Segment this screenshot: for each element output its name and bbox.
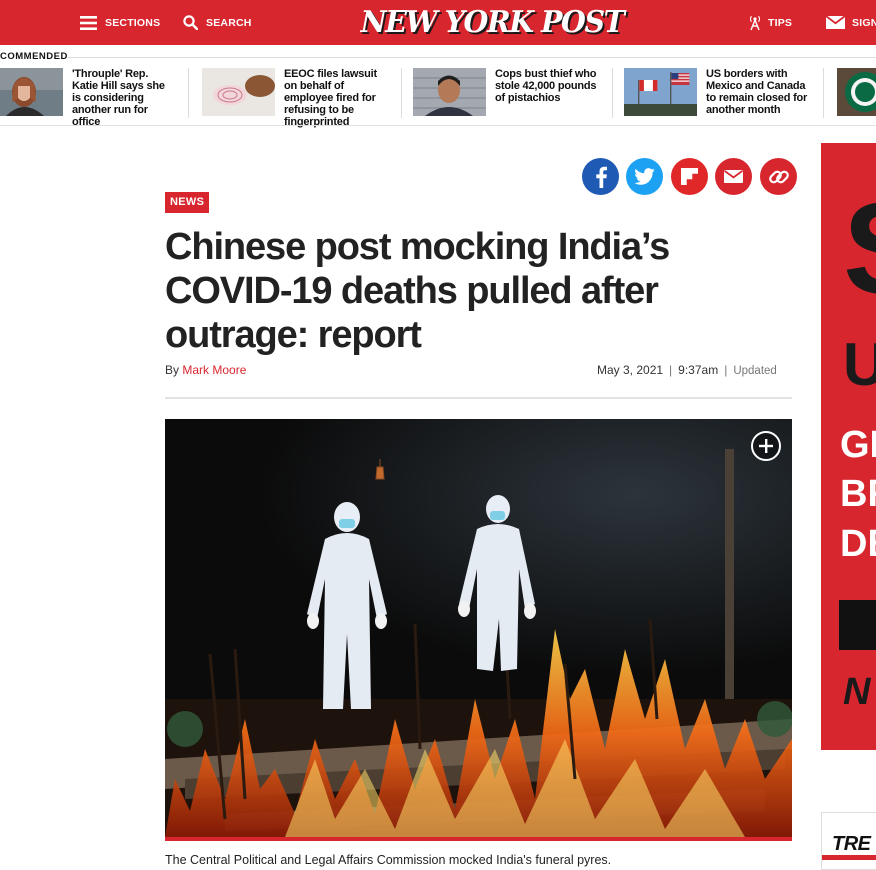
divider (401, 68, 402, 118)
site-logo[interactable]: NEW YORK POST (360, 2, 625, 42)
plus-icon (759, 439, 773, 453)
recommended-title: Cops bust thief who stole 42,000 pounds … (495, 68, 597, 104)
facebook-share-button[interactable] (582, 158, 619, 195)
recommended-title: EEOC files lawsuit on behalf of employee… (284, 68, 377, 128)
separator: | (669, 363, 673, 377)
divider (0, 125, 876, 126)
publish-date: May 3, 2021 (597, 363, 664, 377)
article-headline: Chinese post mocking India’s COVID-19 de… (165, 226, 670, 356)
trending-bar (822, 855, 876, 860)
image-accent-bar (165, 837, 792, 841)
search-icon (183, 15, 198, 30)
recommended-thumbnail (624, 68, 697, 116)
divider (68, 57, 876, 58)
recommended-thumbnail (0, 68, 63, 116)
separator: | (724, 363, 728, 377)
advertisement[interactable]: S U GE BR DE N (821, 143, 876, 750)
divider (188, 68, 189, 118)
sections-menu-button[interactable]: SECTIONS (80, 0, 160, 45)
recommended-thumbnail (202, 68, 275, 116)
flipboard-icon (681, 168, 698, 185)
sign-in-button[interactable]: SIGN (826, 0, 876, 45)
publish-time: 9:37am (678, 363, 719, 377)
byline-prefix: By (165, 363, 180, 377)
byline: By Mark Moore (165, 363, 246, 377)
envelope-icon (826, 16, 845, 29)
sections-label: SECTIONS (105, 16, 161, 29)
recommended-thumbnail (837, 68, 876, 116)
recommended-label: COMMENDED (0, 51, 68, 62)
trending-widget[interactable]: TRE (821, 812, 876, 870)
recommended-item[interactable]: EEOC files lawsuit on behalf of employee… (202, 68, 392, 128)
recommended-title: US borders with Mexico and Canada to rem… (706, 68, 808, 116)
ad-text: BR (840, 473, 876, 515)
category-tag[interactable]: NEWS (165, 192, 210, 213)
sign-label: SIGN (852, 16, 876, 29)
logo-text: NEW YORK POST (360, 4, 625, 40)
tips-button[interactable]: TIPS (748, 0, 792, 45)
search-label: SEARCH (206, 16, 252, 29)
twitter-share-button[interactable] (626, 158, 663, 195)
recommended-title: 'Throuple' Rep. Katie Hill says she is c… (72, 68, 165, 128)
broadcast-tower-icon (749, 15, 761, 30)
ad-text: DE (840, 523, 876, 565)
hamburger-icon (80, 15, 97, 30)
flipboard-share-button[interactable] (671, 158, 708, 195)
divider (165, 397, 792, 399)
link-icon (768, 170, 789, 183)
divider (823, 68, 824, 118)
expand-image-button[interactable] (751, 431, 781, 461)
facebook-icon (595, 166, 607, 188)
article-hero-image[interactable] (165, 419, 792, 837)
search-button[interactable]: SEARCH (183, 0, 252, 45)
recommended-item[interactable] (837, 68, 876, 118)
author-link[interactable]: Mark Moore (182, 363, 246, 377)
recommended-item[interactable]: US borders with Mexico and Canada to rem… (624, 68, 820, 118)
ad-block (839, 600, 876, 650)
dateline: May 3, 2021 | 9:37am | Updated (597, 363, 777, 377)
updated-toggle[interactable]: Updated (733, 365, 776, 377)
email-share-button[interactable] (715, 158, 752, 195)
email-icon (724, 170, 743, 183)
ad-text: S (843, 183, 876, 313)
ad-text: GE (840, 424, 876, 466)
image-caption: The Central Political and Legal Affairs … (165, 853, 612, 867)
copy-link-button[interactable] (760, 158, 797, 195)
tips-label: TIPS (768, 16, 793, 29)
ad-text: N (843, 671, 871, 713)
recommended-item[interactable]: 'Throuple' Rep. Katie Hill says she is c… (0, 68, 180, 128)
twitter-icon (634, 168, 655, 185)
recommended-item[interactable]: Cops bust thief who stole 42,000 pounds … (413, 68, 613, 118)
trending-label: TRE (832, 833, 871, 855)
recommended-thumbnail (413, 68, 486, 116)
divider (612, 68, 613, 118)
ad-text: U (843, 331, 876, 398)
